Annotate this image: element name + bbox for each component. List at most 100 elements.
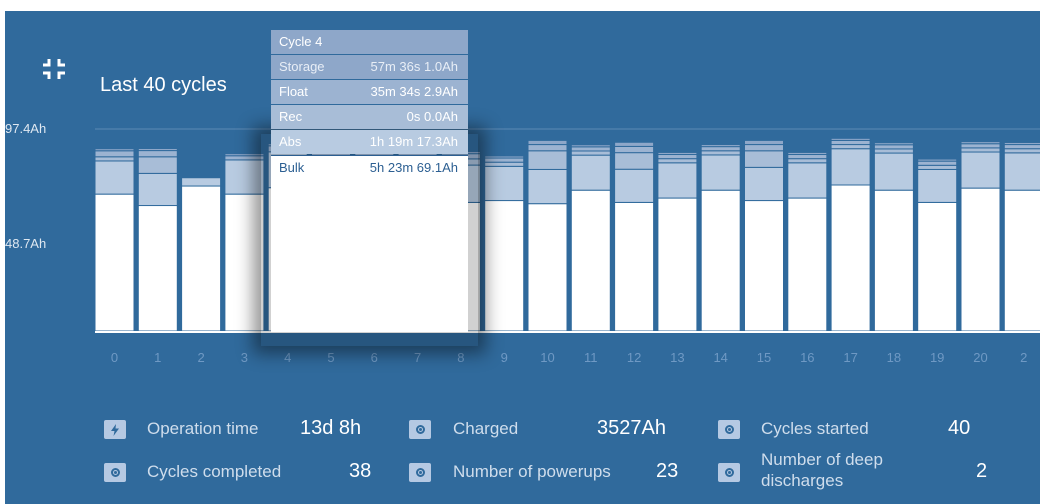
tooltip-title: Cycle 4 <box>271 30 468 54</box>
x-tick-label-13: 13 <box>670 350 684 365</box>
bar-float-15 <box>744 144 784 152</box>
bar-float-1 <box>137 150 178 158</box>
bar-bulk-10 <box>527 203 568 332</box>
x-tick-label-8: 8 <box>457 350 464 365</box>
bar-float-3 <box>224 155 265 161</box>
bar-abs-11 <box>570 154 611 191</box>
bar-bulk-14 <box>700 189 741 332</box>
bar-storage-12 <box>614 141 655 147</box>
bar-storage-15 <box>744 139 784 146</box>
bar-float-16 <box>787 154 828 160</box>
x-tick-label-5: 5 <box>327 350 334 365</box>
bar-bulk-18 <box>873 189 914 332</box>
bar-float-0 <box>94 150 135 158</box>
bar-rec-10 <box>527 150 568 170</box>
bar-abs-2 <box>181 177 222 187</box>
bar-rec-14 <box>700 150 741 156</box>
x-tick-label-15: 15 <box>757 350 771 365</box>
bar-abs-10 <box>527 168 568 205</box>
bar-abs-12 <box>614 168 655 203</box>
x-tick-label-1: 1 <box>154 350 161 365</box>
x-tick-label-11: 11 <box>584 350 598 365</box>
tooltip-row-rec: Rec 0s 0.0Ah <box>271 105 468 129</box>
bar-rec-17 <box>830 144 871 150</box>
bar-storage-9 <box>484 155 525 159</box>
bar-abs-13 <box>657 162 698 199</box>
bar-abs-18 <box>873 152 914 191</box>
bar-bulk-2 <box>181 185 222 332</box>
bar-float-9 <box>484 157 525 163</box>
bar-bulk-17 <box>830 184 871 332</box>
bar-bulk-3 <box>224 193 265 332</box>
bar-rec-1 <box>137 156 178 174</box>
bar-storage-18 <box>873 142 914 146</box>
x-tick-label-21: 2 <box>1020 350 1027 365</box>
bar-rec-18 <box>873 148 914 154</box>
bar-rec-13 <box>657 158 698 164</box>
bar-float-19 <box>917 160 958 166</box>
x-tick-label-2: 2 <box>197 350 204 365</box>
tooltip-row-float: Float 35m 34s 2.9Ah <box>271 80 468 104</box>
tooltip-row-storage: Storage 57m 36s 1.0Ah <box>271 55 468 79</box>
x-tick-label-4: 4 <box>284 350 291 365</box>
tooltip-row-bulk: Bulk 5h 23m 69.1Ah <box>271 155 468 332</box>
bar-rec-12 <box>614 152 655 170</box>
bar-bulk-15 <box>744 200 784 332</box>
bar-bulk-19 <box>917 201 958 332</box>
x-tick-label-16: 16 <box>800 350 814 365</box>
bar-storage-11 <box>570 144 611 148</box>
bar-abs-9 <box>484 165 525 202</box>
x-tick-label-17: 17 <box>843 350 857 365</box>
bar-storage-20 <box>960 141 1001 145</box>
bar-rec-15 <box>744 150 784 168</box>
bar-storage-17 <box>830 137 871 141</box>
x-tick-label-6: 6 <box>371 350 378 365</box>
bar-float-21 <box>1003 144 1040 150</box>
bar-storage-16 <box>787 151 828 156</box>
tooltip-row-abs: Abs 1h 19m 17.3Ah <box>271 130 468 154</box>
bar-abs-0 <box>94 160 135 195</box>
bar-abs-14 <box>700 154 741 191</box>
bar-abs-16 <box>787 162 828 199</box>
x-tick-label-10: 10 <box>540 350 554 365</box>
x-tick-label-18: 18 <box>887 350 901 365</box>
bar-float-10 <box>527 144 568 152</box>
bar-float-11 <box>570 146 611 152</box>
bar-storage-14 <box>700 144 741 148</box>
x-tick-label-19: 19 <box>930 350 944 365</box>
x-tick-label-0: 0 <box>111 350 118 365</box>
bar-bulk-1 <box>137 205 178 332</box>
bar-bulk-13 <box>657 197 698 332</box>
bar-abs-3 <box>224 159 265 195</box>
bar-storage-19 <box>917 158 958 162</box>
bar-abs-15 <box>744 166 784 202</box>
bar-float-20 <box>960 143 1001 149</box>
bar-abs-1 <box>137 172 178 207</box>
x-tick-label-12: 12 <box>627 350 641 365</box>
bar-storage-21 <box>1003 141 1040 146</box>
bar-abs-17 <box>830 148 871 186</box>
bar-rec-19 <box>917 164 958 170</box>
bar-rec-20 <box>960 147 1001 153</box>
bar-float-12 <box>614 145 655 154</box>
bar-rec-11 <box>570 150 611 156</box>
bar-rec-16 <box>787 158 828 164</box>
bar-abs-21 <box>1003 152 1040 191</box>
bar-bulk-12 <box>614 201 655 332</box>
cycle-tooltip: Cycle 4 Storage 57m 36s 1.0Ah Float 35m … <box>261 30 478 346</box>
bar-float-14 <box>700 146 741 152</box>
x-tick-label-20: 20 <box>973 350 987 365</box>
bar-bulk-21 <box>1003 189 1040 332</box>
bar-storage-0 <box>94 148 135 152</box>
bar-storage-10 <box>527 139 568 146</box>
bar-bulk-16 <box>787 197 828 332</box>
bar-abs-19 <box>917 168 958 203</box>
x-tick-label-3: 3 <box>241 350 248 365</box>
bar-float-18 <box>873 144 914 150</box>
bar-rec-21 <box>1003 148 1040 154</box>
cycles-chart: 0 1 2 3 4 5 6 7 8 9 10 11 12 13 14 15 16 17 18 19 20 2 <box>94 128 1040 365</box>
bar-bulk-9 <box>484 200 525 332</box>
bar-storage-13 <box>657 151 698 156</box>
bar-storage-3 <box>224 153 265 157</box>
x-tick-label-7: 7 <box>414 350 421 365</box>
